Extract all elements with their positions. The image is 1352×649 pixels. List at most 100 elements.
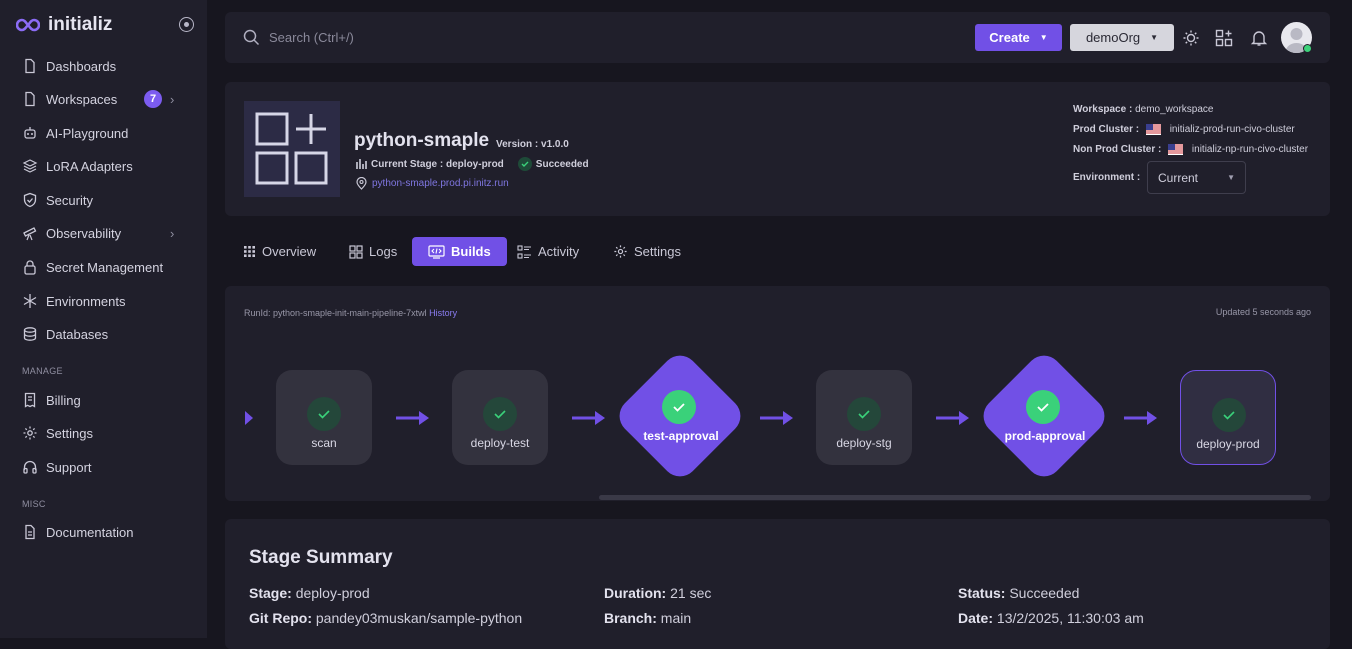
sun-icon[interactable] <box>1182 29 1200 47</box>
grid-icon <box>349 244 363 259</box>
search-icon <box>243 29 260 46</box>
tab-label: Settings <box>634 244 681 259</box>
stage-node-scan[interactable]: scan <box>276 370 372 465</box>
sidebar-toggle-icon[interactable] <box>179 17 194 32</box>
sidebar-item-databases[interactable]: Databases <box>22 323 192 345</box>
summary-duration-label: Duration: <box>604 585 667 601</box>
stage-label: deploy-stg <box>836 436 892 450</box>
section-label-misc: MISC <box>22 499 46 509</box>
sidebar-item-lora-adapters[interactable]: LoRA Adapters <box>22 155 192 177</box>
app-logo <box>244 101 340 197</box>
sidebar-item-observability[interactable]: Observability › <box>22 222 192 244</box>
stage-node-deploy-prod[interactable]: deploy-prod <box>1180 370 1276 465</box>
caret-down-icon: ▼ <box>1227 173 1235 182</box>
section-label-manage: MANAGE <box>22 366 63 376</box>
summary-stage-value: deploy-prod <box>295 585 370 601</box>
summary-branch: Branch: main <box>604 610 691 626</box>
summary-status: Status: Succeeded <box>958 585 1079 601</box>
pipeline-scrollbar[interactable] <box>599 495 1311 500</box>
create-button[interactable]: Create ▼ <box>975 24 1062 51</box>
arrow-right-icon <box>760 411 793 425</box>
headphones-icon <box>23 460 37 474</box>
tab-builds[interactable]: Builds <box>412 237 507 266</box>
org-selector[interactable]: demoOrg ▼ <box>1070 24 1174 51</box>
tab-activity[interactable]: Activity <box>517 237 579 266</box>
document-icon <box>25 524 35 540</box>
summary-repo-value: pandey03muskan/sample-python <box>315 610 523 626</box>
history-link[interactable]: History <box>429 308 457 318</box>
run-id-row: RunId: python-smaple-init-main-pipeline-… <box>244 308 457 318</box>
location-pin-icon <box>356 177 367 190</box>
sidebar-item-label: Security <box>46 192 93 208</box>
summary-status-value: Succeeded <box>1009 585 1080 601</box>
arrow-right-icon <box>396 411 429 425</box>
prod-cluster-info: Prod Cluster : initializ-prod-run-civo-c… <box>1073 124 1295 135</box>
tab-logs[interactable]: Logs <box>349 237 397 266</box>
sidebar-item-label: Dashboards <box>46 58 117 74</box>
tab-settings[interactable]: Settings <box>613 237 681 266</box>
tab-label: Activity <box>538 244 580 259</box>
workspace-value: demo_workspace <box>1135 104 1214 115</box>
tab-label: Overview <box>262 244 317 259</box>
receipt-icon <box>24 392 36 408</box>
app-name: initializ <box>48 14 113 35</box>
app-header-card: python-smaple Version : v1.0.0 Current S… <box>225 82 1330 216</box>
tab-label: Logs <box>369 244 398 259</box>
sidebar-item-secret-management[interactable]: Secret Management <box>22 256 192 278</box>
check-icon <box>307 397 341 431</box>
file-icon <box>25 91 35 107</box>
nonprod-cluster-value: initializ-np-run-civo-cluster <box>1191 144 1309 156</box>
sidebar-item-label: Workspaces <box>46 91 118 107</box>
stage-summary-title: Stage Summary <box>249 547 393 568</box>
sidebar-item-label: Secret Management <box>46 259 164 275</box>
summary-repo: Git Repo: pandey03muskan/sample-python <box>249 610 522 626</box>
sidebar-item-documentation[interactable]: Documentation <box>22 521 192 543</box>
sidebar-item-security[interactable]: Security <box>22 189 192 211</box>
stage-label: test-approval <box>643 429 719 443</box>
sidebar-item-environments[interactable]: Environments <box>22 290 192 312</box>
search-input[interactable]: Search (Ctrl+/) <box>269 30 354 45</box>
apps-grid-icon[interactable] <box>1215 29 1233 47</box>
create-button-label: Create <box>989 30 1030 45</box>
pipeline-start-arrow-icon <box>245 411 253 425</box>
sidebar-item-billing[interactable]: Billing <box>22 389 192 411</box>
app-version: Version : v1.0.0 <box>496 139 569 150</box>
tab-overview[interactable]: Overview <box>243 237 316 266</box>
summary-date-label: Date: <box>958 610 994 626</box>
bell-icon[interactable] <box>1250 29 1268 47</box>
app-url-link[interactable]: python-smaple.prod.pi.initz.run <box>372 178 509 189</box>
run-id: RunId: python-smaple-init-main-pipeline-… <box>244 308 427 318</box>
sidebar-item-workspaces[interactable]: Workspaces 7 › <box>22 88 192 110</box>
sidebar-item-label: AI-Playground <box>46 125 129 141</box>
environment-label-row: Environment : <box>1073 172 1140 183</box>
summary-duration: Duration: 21 sec <box>604 585 711 601</box>
sidebar-item-support[interactable]: Support <box>22 456 192 478</box>
sidebar: initializ Dashboards Workspaces 7 › AI-P… <box>0 0 207 638</box>
environment-label: Environment : <box>1073 172 1141 183</box>
environment-select[interactable]: Current ▼ <box>1147 161 1246 194</box>
summary-duration-value: 21 sec <box>670 585 712 601</box>
chevron-right-icon: › <box>170 91 175 107</box>
sidebar-item-ai-playground[interactable]: AI-Playground <box>22 122 192 144</box>
sidebar-item-label: Billing <box>46 392 81 408</box>
us-flag-icon <box>1145 124 1161 135</box>
sidebar-item-settings[interactable]: Settings <box>22 422 192 444</box>
logo[interactable]: initializ <box>16 14 112 36</box>
check-icon <box>847 397 881 431</box>
bar-chart-icon <box>356 159 367 169</box>
sidebar-item-label: Settings <box>46 425 93 441</box>
workspace-info: Workspace : demo_workspace <box>1073 104 1213 115</box>
tab-label: Builds <box>451 244 491 259</box>
check-icon <box>1026 390 1060 424</box>
pipeline-card: RunId: python-smaple-init-main-pipeline-… <box>225 286 1330 501</box>
stage-node-deploy-stg[interactable]: deploy-stg <box>816 370 912 465</box>
stage-node-deploy-test[interactable]: deploy-test <box>452 370 548 465</box>
stage-summary-card: Stage Summary Stage: deploy-prod Duratio… <box>225 519 1330 649</box>
stage-label: prod-approval <box>1004 429 1086 443</box>
app-url-row: python-smaple.prod.pi.initz.run <box>356 177 509 190</box>
layers-icon <box>22 159 38 173</box>
stage-label: scan <box>311 436 337 450</box>
caret-down-icon: ▼ <box>1150 33 1159 42</box>
app-grid-plus-icon <box>255 112 328 185</box>
sidebar-item-dashboards[interactable]: Dashboards <box>22 55 192 77</box>
